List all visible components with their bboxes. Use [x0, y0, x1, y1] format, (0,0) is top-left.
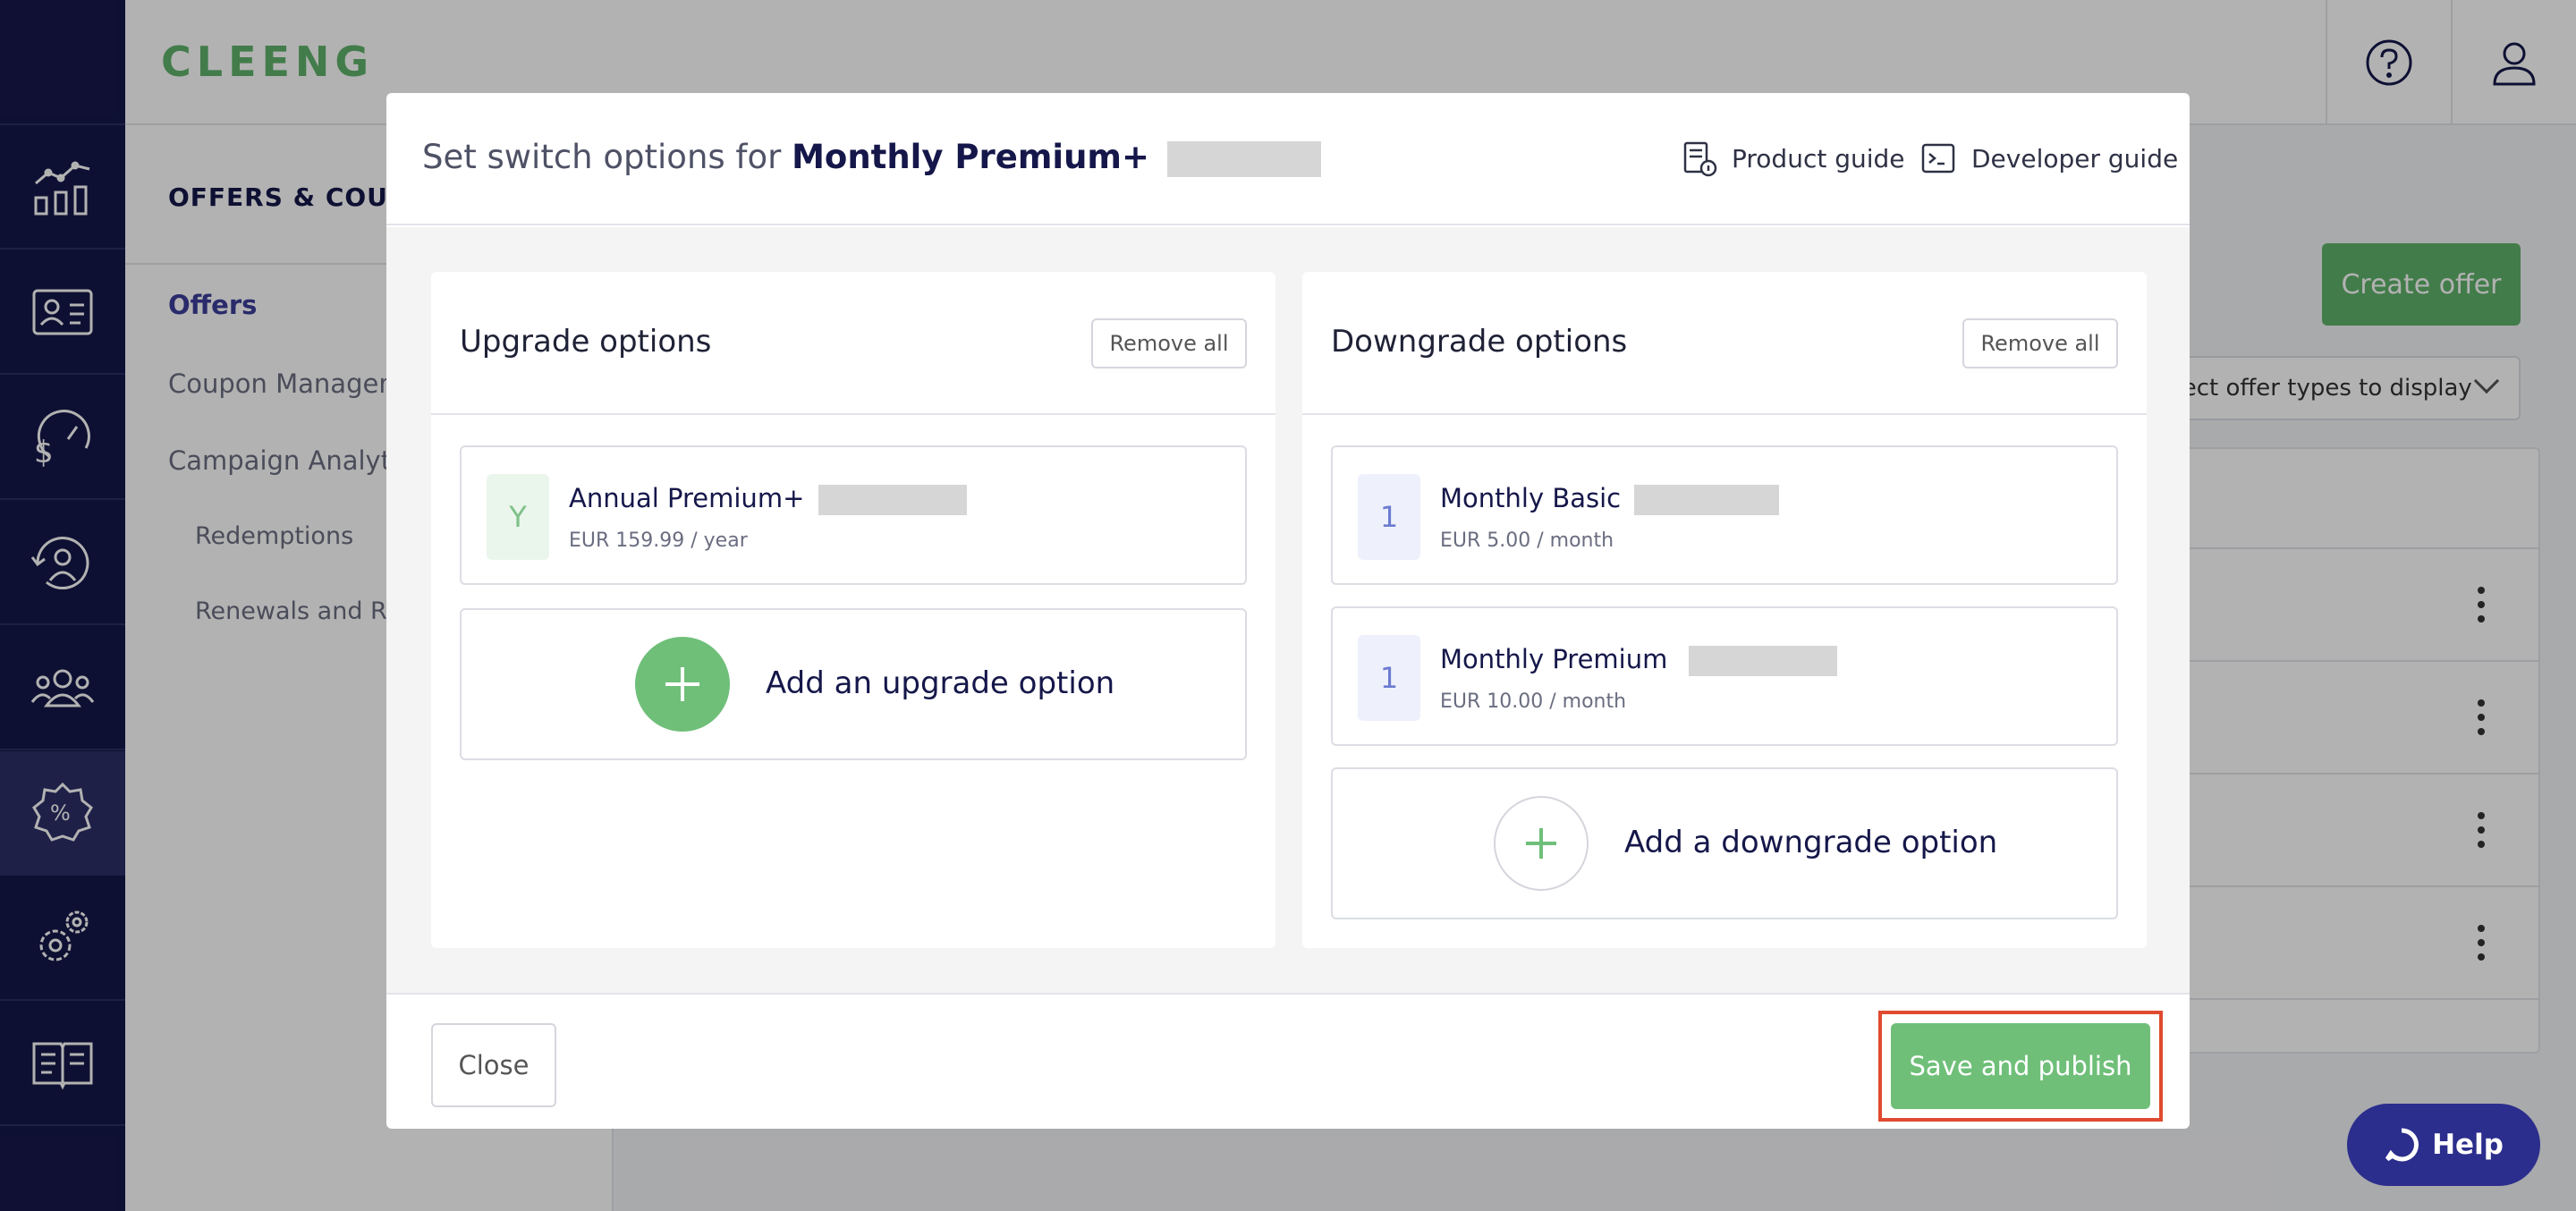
downgrade-option-card[interactable]: 1 Monthly Basic EUR 5.00 / month — [1331, 445, 2118, 585]
modal-header: Set switch options for Monthly Premium+ … — [386, 93, 2190, 225]
switch-options-modal: Set switch options for Monthly Premium+ … — [386, 93, 2190, 1129]
option-price: EUR 5.00 / month — [1440, 529, 1614, 552]
modal-title-offer: Monthly Premium+ — [792, 138, 1149, 176]
help-chat-button[interactable]: Help — [2347, 1104, 2540, 1186]
option-name-text: Monthly Premium — [1440, 644, 1668, 674]
redacted-id — [818, 485, 967, 515]
add-downgrade-label: Add a downgrade option — [1624, 825, 1998, 860]
downgrade-panel: Downgrade options Remove all 1 Monthly B… — [1302, 272, 2147, 948]
developer-guide-link[interactable]: Developer guide — [1919, 140, 2178, 177]
product-guide-link[interactable]: Product guide — [1680, 140, 1905, 177]
chat-bubble-icon — [2385, 1128, 2419, 1162]
option-price: EUR 10.00 / month — [1440, 690, 1627, 713]
redacted-id — [1166, 140, 1321, 177]
close-button[interactable]: Close — [431, 1023, 556, 1107]
plus-icon — [1494, 796, 1589, 891]
modal-footer: Close Save and publish — [386, 995, 2190, 1129]
option-price: EUR 159.99 / year — [569, 529, 748, 552]
plus-icon — [635, 637, 730, 732]
save-highlight-box: Save and publish — [1878, 1011, 2163, 1122]
downgrade-option-card[interactable]: 1 Monthly Premium EUR 10.00 / month — [1331, 606, 2118, 746]
help-label: Help — [2432, 1129, 2504, 1161]
option-name-text: Monthly Basic — [1440, 483, 1622, 513]
modal-title-prefix: Set switch options for — [422, 138, 782, 176]
downgrade-remove-all-button[interactable]: Remove all — [1962, 318, 2118, 368]
add-downgrade-option-button[interactable]: Add a downgrade option — [1331, 767, 2118, 919]
product-guide-icon — [1683, 141, 1717, 177]
add-upgrade-label: Add an upgrade option — [766, 665, 1115, 701]
upgrade-remove-all-button[interactable]: Remove all — [1091, 318, 1247, 368]
product-guide-label: Product guide — [1732, 143, 1905, 174]
option-name: Monthly Premium — [1440, 644, 1837, 676]
upgrade-panel-header: Upgrade options Remove all — [431, 272, 1275, 415]
period-badge: 1 — [1358, 635, 1420, 721]
redacted-id — [1634, 485, 1780, 515]
downgrade-panel-header: Downgrade options Remove all — [1302, 272, 2147, 415]
upgrade-option-card[interactable]: Y Annual Premium+ EUR 159.99 / year — [460, 445, 1247, 585]
developer-guide-label: Developer guide — [1971, 143, 2179, 174]
period-badge: 1 — [1358, 474, 1420, 560]
modal-body: Upgrade options Remove all Y Annual Prem… — [386, 227, 2190, 995]
redacted-id — [1688, 646, 1837, 676]
save-and-publish-button[interactable]: Save and publish — [1891, 1023, 2150, 1109]
upgrade-panel: Upgrade options Remove all Y Annual Prem… — [431, 272, 1275, 948]
upgrade-title: Upgrade options — [460, 324, 712, 360]
modal-title: Set switch options for Monthly Premium+ — [422, 138, 1321, 177]
add-upgrade-option-button[interactable]: Add an upgrade option — [460, 608, 1247, 760]
option-name: Monthly Basic — [1440, 483, 1780, 515]
downgrade-title: Downgrade options — [1331, 324, 1628, 360]
option-name-text: Annual Premium+ — [569, 483, 805, 513]
option-name: Annual Premium+ — [569, 483, 967, 515]
terminal-icon — [1921, 143, 1955, 174]
period-badge: Y — [487, 474, 549, 560]
